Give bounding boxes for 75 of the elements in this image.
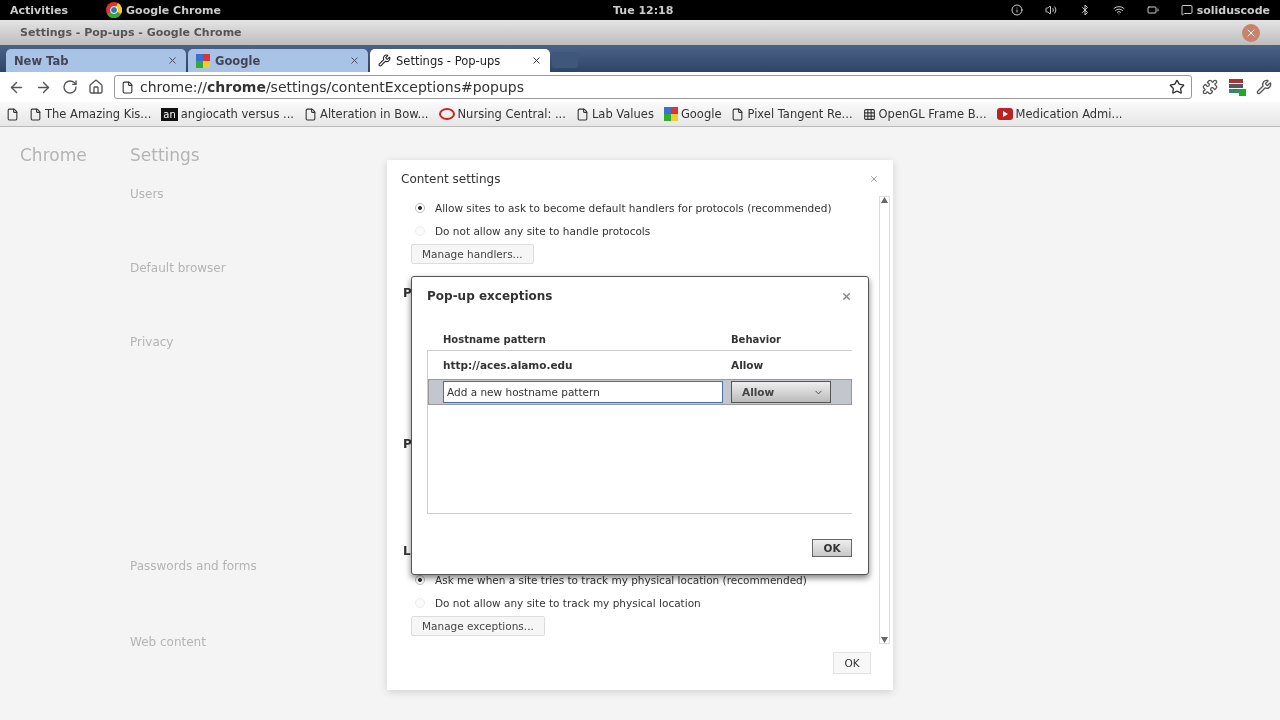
page-icon [29, 107, 42, 121]
bookmark-link[interactable]: Pixel Tangent Re... [747, 107, 853, 121]
ok-button[interactable]: OK [833, 652, 871, 674]
page-icon[interactable] [6, 107, 19, 121]
clock[interactable]: Tue 12:18 [613, 3, 674, 17]
manage-handlers-button[interactable]: Manage handlers... [411, 244, 534, 264]
radio-button[interactable] [415, 202, 425, 213]
bookmark-link[interactable]: Nursing Central: ... [457, 107, 566, 121]
section-heading: Privacy [130, 335, 175, 349]
user-name[interactable]: soliduscode [1196, 3, 1270, 17]
dialog-title: Content settings [401, 172, 501, 186]
bookmark-link[interactable]: Google [680, 107, 722, 121]
browser-tab[interactable]: Google [188, 49, 368, 72]
browser-tab[interactable]: Settings - Pop-ups [370, 49, 550, 72]
page-icon [121, 80, 134, 94]
new-exception-row[interactable]: Add a new hostname pattern Allow [428, 379, 852, 405]
nav-title: Chrome [20, 145, 88, 165]
window-title: Settings - Pop-ups - Google Chrome [20, 26, 242, 39]
extension-icon[interactable] [1202, 79, 1218, 95]
close-icon[interactable] [531, 55, 542, 66]
bookmark-link[interactable]: Lab Values [591, 107, 654, 121]
home-icon[interactable] [88, 79, 104, 95]
wrench-icon[interactable] [1256, 79, 1272, 95]
radio-label: Do not allow any site to track my physical location [435, 596, 701, 609]
play-logo-icon [996, 108, 1013, 120]
ring-logo-icon [438, 108, 455, 120]
bookmark-link[interactable]: OpenGL Frame B... [878, 107, 987, 121]
extension-icon[interactable] [1228, 78, 1246, 96]
chrome-logo-icon [106, 2, 123, 18]
radio-label: Allow sites to ask to become default handlers for protocols (recommended) [435, 201, 832, 214]
bookmark-link[interactable]: The Amazing Kis... [45, 107, 152, 121]
section-heading: P [403, 437, 412, 451]
exception-row[interactable]: http://aces.alamo.edu Allow [428, 351, 852, 379]
bookmark-link[interactable]: Alteration in Bow... [320, 107, 429, 121]
grid-icon [862, 107, 876, 121]
address-bar[interactable]: chrome://chrome/settings/contentExceptions#popups [114, 75, 1192, 99]
manage-exceptions-button[interactable]: Manage exceptions... [411, 616, 545, 636]
battery-icon[interactable] [1146, 4, 1159, 16]
app-name: Google Chrome [126, 3, 221, 17]
section-heading: Web content [130, 635, 207, 649]
scroll-down-arrow-icon[interactable] [881, 637, 888, 643]
radio-label: Ask me when a site tries to track my physical location (recommended) [435, 573, 807, 586]
section-heading: Users [130, 187, 165, 201]
activities-button[interactable]: Activities [10, 3, 69, 17]
radio-label: Do not allow any site to handle protocols [435, 224, 651, 237]
volume-icon[interactable] [1044, 4, 1057, 16]
dialog-title: Pop-up exceptions [427, 289, 553, 303]
hostname-field[interactable]: Add a new hostname pattern [443, 381, 723, 403]
section-heading: Passwords and forms [130, 559, 257, 573]
column-header: Behavior [731, 334, 783, 345]
info-icon[interactable] [1010, 4, 1023, 16]
scrollbar[interactable] [879, 196, 890, 644]
page-icon [304, 107, 317, 121]
close-button[interactable] [1242, 23, 1260, 42]
page-icon [731, 107, 745, 121]
reload-icon[interactable] [62, 79, 78, 95]
google-logo-icon [196, 53, 210, 68]
browser-tab[interactable]: New Tab [6, 49, 186, 72]
bookmark-link[interactable]: angiocath versus ... [180, 107, 294, 121]
wrench-icon [378, 54, 391, 67]
site-badge: an [161, 107, 178, 121]
bookmark-star-icon[interactable] [1169, 79, 1185, 95]
column-header: Hostname pattern [443, 334, 547, 345]
section-heading: L [403, 544, 411, 558]
page-title: Settings [130, 145, 201, 165]
chat-icon[interactable] [1180, 4, 1193, 16]
section-heading: P [403, 286, 412, 300]
section-heading: Default browser [130, 261, 227, 275]
behavior-dropdown[interactable]: Allow [731, 381, 831, 403]
page-icon [575, 107, 589, 121]
ok-button[interactable]: OK [812, 539, 852, 557]
scroll-up-arrow-icon[interactable] [881, 197, 888, 203]
wifi-icon[interactable] [1112, 4, 1125, 16]
google-logo-icon [663, 107, 678, 121]
bookmark-link[interactable]: Medication Admi... [1015, 107, 1123, 121]
